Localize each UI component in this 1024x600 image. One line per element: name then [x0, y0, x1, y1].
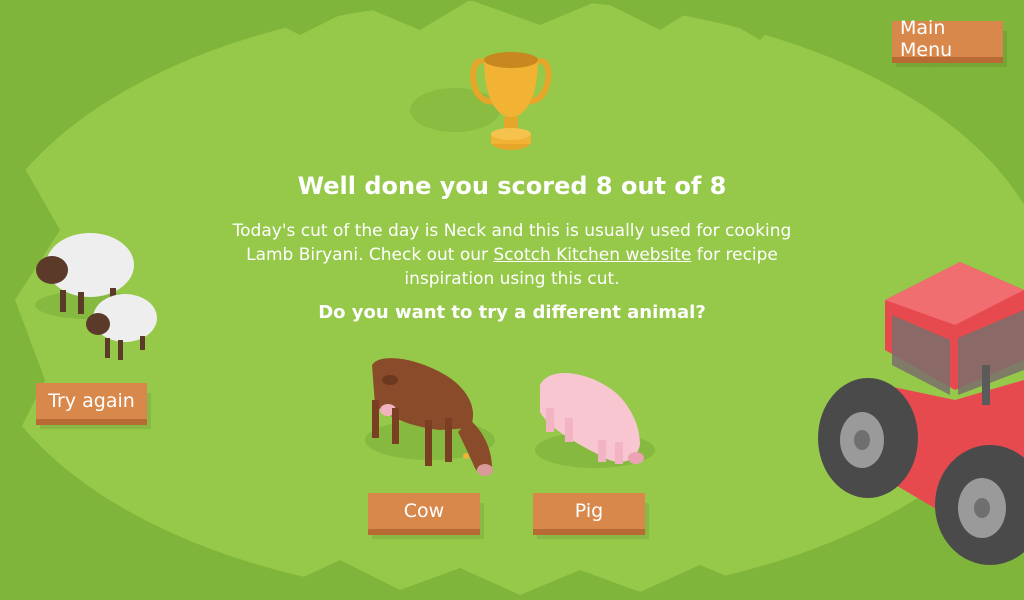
cow-button[interactable]: Cow — [368, 493, 480, 529]
result-title: Well done you scored 8 out of 8 — [297, 172, 727, 200]
try-again-button[interactable]: Try again — [36, 383, 147, 419]
try-different-question: Do you want to try a different animal? — [318, 302, 706, 323]
scotch-kitchen-link[interactable]: Scotch Kitchen website — [493, 245, 691, 265]
main-menu-button[interactable]: Main Menu — [892, 17, 1003, 61]
result-message: Today's cut of the day is Neck and this … — [232, 219, 792, 291]
pig-button[interactable]: Pig — [533, 493, 645, 529]
